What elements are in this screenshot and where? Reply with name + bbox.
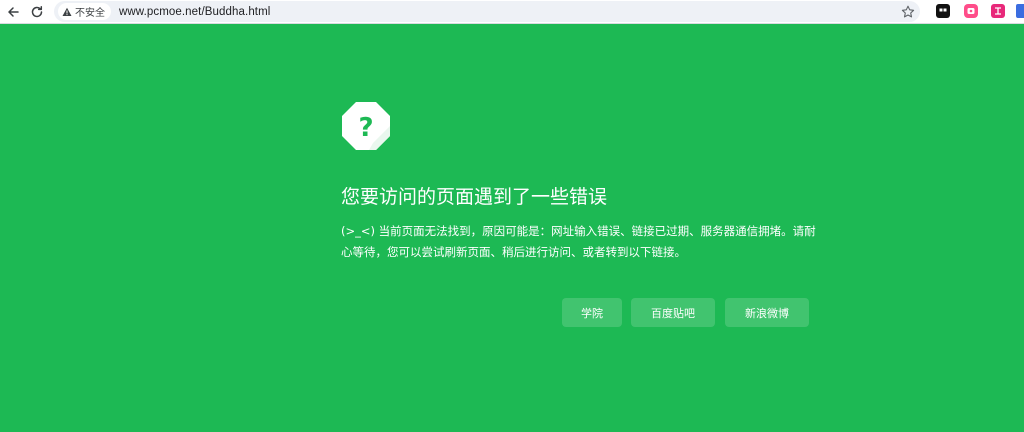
bookmark-button[interactable] (899, 3, 916, 20)
extension-2-icon[interactable] (964, 4, 978, 18)
reload-button[interactable] (26, 1, 48, 23)
question-octagon-icon: ? (342, 102, 390, 150)
address-bar[interactable]: 不安全 www.pcmoe.net/Buddha.html (54, 1, 920, 22)
link-button-academy[interactable]: 学院 (562, 298, 622, 327)
arrow-left-icon (8, 7, 19, 17)
link-button-baidu-tieba[interactable]: 百度贴吧 (631, 298, 715, 327)
warning-icon (62, 7, 72, 16)
browser-toolbar: 不安全 www.pcmoe.net/Buddha.html (0, 0, 1024, 24)
page-title: 您要访问的页面遇到了一些错误 (341, 186, 608, 208)
error-description: (>_<) 当前页面无法找到，原因可能是：网址输入错误、链接已过期、服务器通信拥… (341, 224, 816, 259)
security-label: 不安全 (75, 8, 105, 19)
security-chip[interactable]: 不安全 (58, 3, 111, 20)
back-button[interactable] (2, 1, 24, 23)
star-icon (901, 5, 914, 17)
extension-3-icon[interactable] (991, 4, 1005, 18)
svg-text:?: ? (358, 113, 373, 143)
extension-4-icon[interactable] (1016, 4, 1024, 18)
reload-icon (31, 6, 43, 18)
extension-1-icon[interactable] (936, 4, 950, 18)
url-text[interactable]: www.pcmoe.net/Buddha.html (119, 6, 270, 18)
link-button-sina-weibo[interactable]: 新浪微博 (725, 298, 809, 327)
